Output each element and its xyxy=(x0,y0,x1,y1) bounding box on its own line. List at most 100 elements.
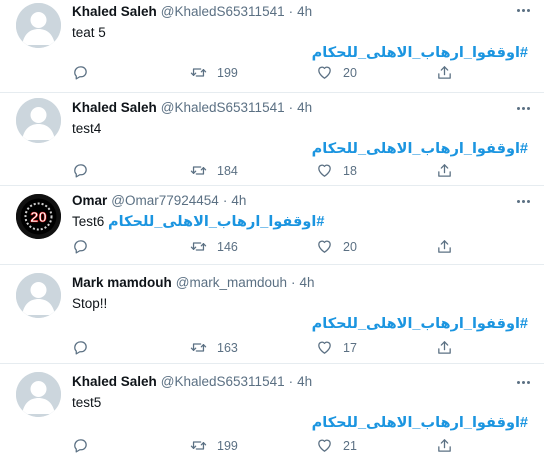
author-handle[interactable]: @KhaledS65311541 xyxy=(161,3,285,21)
heart-icon xyxy=(318,439,331,452)
like-button[interactable]: 18 xyxy=(316,162,357,179)
like-count: 17 xyxy=(343,340,357,355)
author-name[interactable]: Omar xyxy=(72,192,107,210)
retweet-icon xyxy=(190,166,207,175)
separator-dot: · xyxy=(288,4,294,19)
author-handle[interactable]: @mark_mamdouh xyxy=(176,274,287,292)
retweet-button[interactable]: 199 xyxy=(190,437,238,454)
reply-icon xyxy=(74,439,87,453)
retweet-count: 146 xyxy=(217,239,238,254)
tweet[interactable]: Khaled Saleh @KhaledS65311541 · 4h test4… xyxy=(0,93,544,186)
separator-dot: · xyxy=(291,275,296,290)
reply-button[interactable] xyxy=(72,339,89,356)
share-button[interactable] xyxy=(436,64,453,81)
author-name[interactable]: Khaled Saleh xyxy=(72,373,157,391)
author-name[interactable]: Khaled Saleh xyxy=(72,3,157,21)
like-count: 20 xyxy=(343,239,357,254)
separator-dot: · xyxy=(222,193,228,208)
reply-button[interactable] xyxy=(72,162,89,179)
share-button[interactable] xyxy=(436,162,453,179)
more-icon[interactable] xyxy=(514,102,532,114)
more-icon[interactable] xyxy=(514,4,532,16)
share-icon xyxy=(438,240,451,253)
reply-icon xyxy=(74,164,87,178)
avatar[interactable] xyxy=(16,372,61,417)
tweet-timestamp[interactable]: 4h xyxy=(297,99,312,117)
hashtag-link[interactable]: #اوقفوا_ارهاب_الاهلى_للحكام xyxy=(72,314,528,334)
retweet-button[interactable]: 163 xyxy=(190,339,238,356)
retweet-count: 199 xyxy=(217,438,238,453)
tweet[interactable]: Khaled Saleh @KhaledS65311541 · 4h test5… xyxy=(0,364,544,471)
tweet-timestamp[interactable]: 4h xyxy=(297,373,312,391)
retweet-button[interactable]: 184 xyxy=(190,162,238,179)
tweet-actions: 163 17 xyxy=(72,339,544,359)
separator-dot: · xyxy=(288,100,294,115)
retweet-button[interactable]: 199 xyxy=(190,64,238,81)
hashtag-link[interactable]: #اوقفوا_ارهاب_الاهلى_للحكام xyxy=(72,139,528,159)
avatar[interactable] xyxy=(16,273,61,318)
avatar[interactable]: 20 xyxy=(16,194,61,239)
reply-button[interactable] xyxy=(72,238,89,255)
hashtag-link[interactable]: #اوقفوا_ارهاب_الاهلى_للحكام xyxy=(72,43,528,63)
tweet-text: Test6 xyxy=(72,214,105,229)
tweet-text: teat 5 xyxy=(72,25,106,40)
tweet-actions: 184 18 xyxy=(72,162,544,182)
tweet-text: test4 xyxy=(72,121,102,136)
retweet-button[interactable]: 146 xyxy=(190,238,238,255)
tweet-timestamp[interactable]: 4h xyxy=(231,192,246,210)
share-button[interactable] xyxy=(436,339,453,356)
like-count: 20 xyxy=(343,65,357,80)
reply-button[interactable] xyxy=(72,64,89,81)
separator-dot: · xyxy=(288,374,294,389)
like-count: 21 xyxy=(343,438,357,453)
tweet[interactable]: Mark mamdouh @mark_mamdouh · 4h Stop!! #… xyxy=(0,265,544,364)
author-name[interactable]: Khaled Saleh xyxy=(72,99,157,117)
avatar[interactable] xyxy=(16,3,61,48)
tweet-actions: 146 20 xyxy=(72,238,544,258)
tweet-actions: 199 21 xyxy=(72,437,544,457)
share-icon xyxy=(438,66,451,79)
reply-icon xyxy=(74,66,87,80)
tweet-text: test5 xyxy=(72,395,102,410)
share-button[interactable] xyxy=(436,238,453,255)
avatar-logo-text: 20 xyxy=(30,209,47,226)
retweet-count: 199 xyxy=(217,65,238,80)
hashtag-link[interactable]: #اوقفوا_ارهاب_الاهلى_للحكام xyxy=(108,214,324,230)
tweet-timestamp[interactable]: 4h xyxy=(300,274,315,292)
tweet[interactable]: 20 Omar @Omar77924454 · 4h Test6 #اوقفوا… xyxy=(0,186,544,265)
like-button[interactable]: 17 xyxy=(316,339,357,356)
heart-icon xyxy=(318,240,331,253)
timeline-feed: Khaled Saleh @KhaledS65311541 · 4h teat … xyxy=(0,0,544,471)
retweet-count: 184 xyxy=(217,163,238,178)
more-icon[interactable] xyxy=(514,195,532,207)
retweet-icon xyxy=(190,441,207,450)
author-handle[interactable]: @KhaledS65311541 xyxy=(161,99,285,117)
retweet-icon xyxy=(190,343,207,352)
more-icon[interactable] xyxy=(514,376,532,388)
share-icon xyxy=(438,439,451,452)
hashtag-link[interactable]: #اوقفوا_ارهاب_الاهلى_للحكام xyxy=(72,413,528,433)
tweet-timestamp[interactable]: 4h xyxy=(297,3,312,21)
reply-icon xyxy=(74,240,87,254)
tweet-text: Stop!! xyxy=(72,296,108,311)
heart-icon xyxy=(318,164,331,177)
share-icon xyxy=(438,164,451,177)
author-name[interactable]: Mark mamdouh xyxy=(72,274,172,292)
like-button[interactable]: 21 xyxy=(316,437,357,454)
like-button[interactable]: 20 xyxy=(316,238,357,255)
heart-icon xyxy=(318,341,331,354)
retweet-count: 163 xyxy=(217,340,238,355)
tweet[interactable]: Khaled Saleh @KhaledS65311541 · 4h teat … xyxy=(0,0,544,93)
share-button[interactable] xyxy=(436,437,453,454)
retweet-icon xyxy=(190,242,207,251)
reply-button[interactable] xyxy=(72,437,89,454)
like-count: 18 xyxy=(343,163,357,178)
author-handle[interactable]: @Omar77924454 xyxy=(111,192,219,210)
retweet-icon xyxy=(190,68,207,77)
author-handle[interactable]: @KhaledS65311541 xyxy=(161,373,285,391)
share-icon xyxy=(438,341,451,354)
reply-icon xyxy=(74,341,87,355)
like-button[interactable]: 20 xyxy=(316,64,357,81)
avatar[interactable] xyxy=(16,98,61,143)
tweet-actions: 199 20 xyxy=(72,64,544,84)
